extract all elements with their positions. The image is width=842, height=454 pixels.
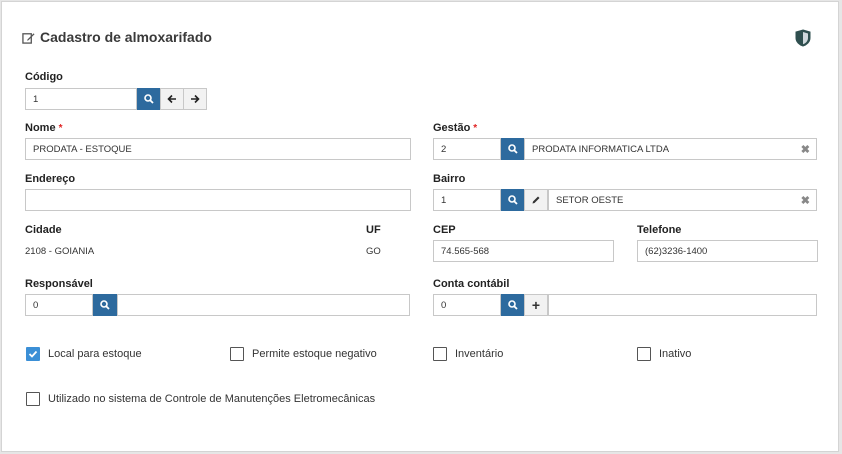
checkbox-label: Permite estoque negativo: [252, 348, 377, 360]
responsavel-search-button[interactable]: [93, 294, 117, 316]
bairro-clear-icon[interactable]: ✖: [801, 194, 810, 207]
gestao-label: Gestão *: [433, 122, 477, 134]
gestao-name-text: PRODATA INFORMATICA LTDA: [532, 143, 670, 155]
arrow-right-icon: [191, 94, 200, 104]
endereco-input[interactable]: [25, 189, 411, 211]
checkbox-box[interactable]: [433, 347, 447, 361]
checkbox-box[interactable]: [26, 392, 40, 406]
bairro-edit-button[interactable]: [524, 189, 548, 211]
gestao-code-input[interactable]: 2: [433, 138, 501, 160]
bairro-search-button[interactable]: [501, 189, 524, 211]
search-icon: [507, 300, 518, 310]
conta-contabil-search-button[interactable]: [501, 294, 524, 316]
checkbox-label: Inativo: [659, 348, 692, 360]
previous-record-button[interactable]: [160, 88, 184, 110]
checkbox-inativo[interactable]: Inativo: [637, 347, 691, 361]
conta-contabil-code-input[interactable]: 0: [433, 294, 501, 316]
conta-contabil-add-button[interactable]: +: [524, 294, 548, 316]
endereco-label: Endereço: [25, 173, 76, 185]
page-title-text: Cadastro de almoxarifado: [40, 29, 212, 45]
gestao-name-field: PRODATA INFORMATICA LTDA ✖: [524, 138, 817, 160]
nome-label-text: Nome: [25, 122, 56, 134]
gestao-search-button[interactable]: [501, 138, 524, 160]
responsavel-label: Responsável: [25, 278, 93, 290]
codigo-search-button[interactable]: [137, 88, 160, 110]
cidade-value: 2108 - GOIANIA: [25, 246, 95, 257]
gestao-label-text: Gestão: [433, 122, 471, 134]
telefone-input[interactable]: (62)3236-1400: [637, 240, 818, 262]
required-mark: *: [58, 123, 63, 134]
checkbox-label: Local para estoque: [48, 348, 142, 360]
pencil-icon: [532, 196, 540, 204]
required-mark: *: [473, 123, 478, 134]
arrow-left-icon: [167, 94, 176, 104]
nome-label: Nome *: [25, 122, 62, 134]
codigo-input[interactable]: 1: [25, 88, 137, 110]
telefone-label: Telefone: [637, 224, 682, 236]
shield-icon[interactable]: [795, 29, 811, 47]
check-icon: [28, 350, 38, 358]
gestao-clear-icon[interactable]: ✖: [801, 143, 810, 156]
checkbox-estoque-negativo[interactable]: Permite estoque negativo: [230, 347, 377, 361]
cep-label: CEP: [433, 224, 456, 236]
next-record-button[interactable]: [183, 88, 207, 110]
bairro-label: Bairro: [433, 173, 466, 185]
uf-value: GO: [366, 246, 381, 257]
search-icon: [143, 94, 154, 104]
checkbox-label: Inventário: [455, 348, 504, 360]
checkbox-manutencoes[interactable]: Utilizado no sistema de Controle de Manu…: [26, 392, 375, 406]
search-icon: [507, 195, 518, 205]
bairro-code-input[interactable]: 1: [433, 189, 501, 211]
bairro-name-field: SETOR OESTE ✖: [548, 189, 817, 211]
search-icon: [507, 144, 518, 154]
checkbox-box[interactable]: [637, 347, 651, 361]
cidade-label: Cidade: [25, 224, 62, 236]
checkbox-checked-box[interactable]: [26, 347, 40, 361]
form-panel: Cadastro de almoxarifado Código 1 Nome * …: [1, 1, 839, 452]
checkbox-local-estoque[interactable]: Local para estoque: [26, 347, 142, 361]
nome-input[interactable]: PRODATA - ESTOQUE: [25, 138, 411, 160]
conta-contabil-name-field: [548, 294, 817, 316]
search-icon: [100, 300, 110, 310]
responsavel-code-input[interactable]: 0: [25, 294, 93, 316]
page-title: Cadastro de almoxarifado: [22, 29, 212, 45]
responsavel-name-field: [117, 294, 410, 316]
cep-input[interactable]: 74.565-568: [433, 240, 614, 262]
checkbox-box[interactable]: [230, 347, 244, 361]
edit-icon: [22, 32, 35, 44]
codigo-label: Código: [25, 71, 63, 83]
checkbox-label: Utilizado no sistema de Controle de Manu…: [48, 393, 376, 405]
conta-contabil-label: Conta contábil: [433, 278, 510, 290]
bairro-name-text: SETOR OESTE: [556, 194, 624, 206]
checkbox-inventario[interactable]: Inventário: [433, 347, 503, 361]
uf-label: UF: [366, 224, 381, 236]
